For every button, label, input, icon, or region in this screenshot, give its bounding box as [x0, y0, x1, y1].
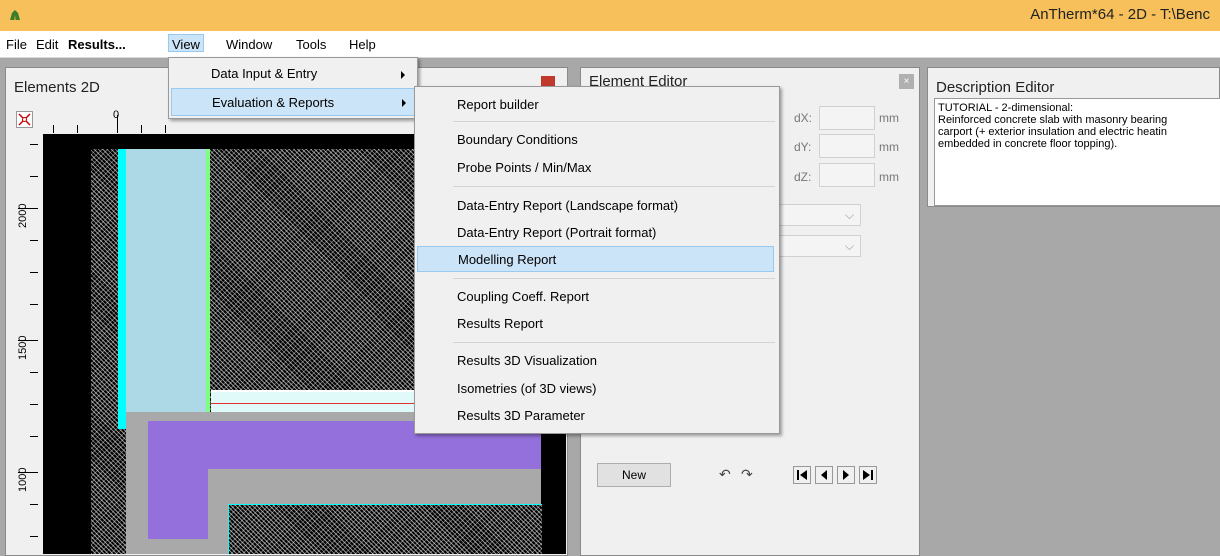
- menu-item-results-3d-visualization[interactable]: Results 3D Visualization: [415, 348, 779, 374]
- menu-tools[interactable]: Tools: [296, 37, 326, 52]
- view-menu-item-label: Data Input & Entry: [211, 66, 318, 81]
- menu-item-label: Data-Entry Report (Portrait format): [457, 225, 657, 240]
- app-icon: [10, 10, 20, 20]
- dy-unit: mm: [879, 140, 899, 154]
- menu-file-label: File: [6, 37, 27, 52]
- menu-item-coupling-coeff-report[interactable]: Coupling Coeff. Report: [415, 284, 779, 310]
- new-button[interactable]: New: [597, 463, 671, 487]
- menu-view-label: View: [172, 37, 200, 52]
- chevron-down-icon: ⌵: [844, 239, 854, 253]
- menu-item-label: Probe Points / Min/Max: [457, 160, 592, 175]
- menu-item-results-report[interactable]: Results Report: [415, 311, 779, 337]
- dx-unit: mm: [879, 111, 899, 125]
- menu-item-label: Results Report: [457, 316, 543, 331]
- undo-icon[interactable]: ↶: [719, 466, 731, 483]
- menu-item-data-entry-landscape[interactable]: Data-Entry Report (Landscape format): [415, 193, 779, 219]
- first-record-icon[interactable]: [793, 466, 811, 484]
- description-editor-panel: Description Editor TUTORIAL - 2-dimensio…: [927, 67, 1220, 207]
- dy-label: dY:: [794, 140, 812, 154]
- elements-panel-title: Elements 2D: [14, 79, 100, 96]
- menu-separator: [453, 186, 775, 187]
- submenu-arrow-icon: [402, 99, 406, 107]
- menu-item-label: Modelling Report: [458, 252, 557, 267]
- menu-item-isometries[interactable]: Isometries (of 3D views): [415, 376, 779, 402]
- menu-item-label: Results 3D Visualization: [457, 353, 597, 368]
- menu-edit[interactable]: Edit: [36, 37, 58, 52]
- description-text: TUTORIAL - 2-dimensional: Reinforced con…: [938, 102, 1168, 150]
- menu-window-label: Window: [226, 37, 273, 52]
- menu-help[interactable]: Help: [349, 37, 376, 52]
- ruler-left-label-1000: 1000: [17, 467, 29, 492]
- menu-item-label: Report builder: [457, 97, 539, 112]
- menu-item-results-3d-parameter[interactable]: Results 3D Parameter: [415, 403, 779, 429]
- view-menu-item-data-input[interactable]: Data Input & Entry: [169, 61, 417, 88]
- zoom-fit-icon[interactable]: [16, 111, 33, 128]
- dz-field[interactable]: [819, 163, 875, 187]
- menu-item-label: Coupling Coeff. Report: [457, 289, 590, 304]
- purple-slab-foot[interactable]: [148, 469, 208, 539]
- green-layer-strip[interactable]: [206, 149, 210, 426]
- ruler-top-label: 0: [113, 109, 120, 121]
- view-menu-item-evaluation[interactable]: Evaluation & Reports: [171, 88, 415, 116]
- submenu-arrow-icon: [401, 71, 405, 79]
- menu-separator: [453, 278, 775, 279]
- dx-field[interactable]: [819, 106, 875, 130]
- menu-file[interactable]: File: [6, 37, 27, 52]
- dz-unit: mm: [879, 170, 899, 184]
- description-textarea[interactable]: TUTORIAL - 2-dimensional: Reinforced con…: [934, 98, 1220, 206]
- lightblue-wall-element[interactable]: [126, 149, 206, 426]
- view-menu-item-label: Evaluation & Reports: [212, 95, 335, 110]
- menu-item-data-entry-portrait[interactable]: Data-Entry Report (Portrait format): [415, 220, 779, 246]
- last-record-icon[interactable]: [859, 466, 877, 484]
- menu-help-label: Help: [349, 37, 376, 52]
- dy-field[interactable]: [819, 134, 875, 158]
- window-title: AnTherm*64 - 2D - T:\Benc: [1030, 6, 1210, 23]
- menu-item-report-builder[interactable]: Report builder: [415, 91, 779, 117]
- view-menu-dropdown: Data Input & Entry Evaluation & Reports: [168, 57, 418, 119]
- next-record-icon[interactable]: [837, 466, 855, 484]
- menu-separator: [453, 342, 775, 343]
- menu-edit-label: Edit: [36, 37, 59, 52]
- menu-item-label: Results 3D Parameter: [457, 408, 585, 423]
- editor-select-2[interactable]: ⌵: [776, 235, 861, 257]
- menu-window[interactable]: Window: [226, 37, 272, 52]
- redo-icon[interactable]: ↷: [741, 466, 753, 483]
- chevron-down-icon: ⌵: [844, 208, 854, 222]
- reports-submenu-dropdown: Report builder Boundary Conditions Probe…: [414, 86, 780, 434]
- menu-item-probe-points[interactable]: Probe Points / Min/Max: [415, 155, 779, 181]
- menu-view[interactable]: View: [168, 34, 204, 52]
- previous-record-icon[interactable]: [815, 466, 833, 484]
- dz-label: dZ:: [794, 170, 812, 184]
- left-ruler: 2000 1500 1000: [16, 134, 38, 554]
- hatched-lower-region: [228, 504, 542, 554]
- element-editor-close-icon[interactable]: ×: [899, 74, 914, 89]
- menu-item-modelling-report[interactable]: Modelling Report: [417, 246, 774, 272]
- menu-results[interactable]: Results...: [68, 37, 126, 52]
- menu-results-label: Results...: [68, 37, 126, 52]
- cyan-insulation-strip[interactable]: [118, 149, 126, 429]
- menu-item-label: Isometries (of 3D views): [457, 381, 597, 396]
- menu-bar: File Edit Results... View Window Tools H…: [0, 31, 1220, 58]
- menu-separator: [453, 121, 775, 122]
- menu-item-label: Boundary Conditions: [457, 132, 578, 147]
- dx-label: dX:: [794, 111, 813, 125]
- title-bar: AnTherm*64 - 2D - T:\Benc: [0, 0, 1220, 31]
- description-editor-title: Description Editor: [936, 79, 1055, 96]
- menu-tools-label: Tools: [296, 37, 327, 52]
- menu-item-boundary-conditions[interactable]: Boundary Conditions: [415, 127, 779, 153]
- menu-item-label: Data-Entry Report (Landscape format): [457, 198, 679, 213]
- ruler-left-label-2000: 2000: [17, 203, 29, 228]
- ruler-left-label-1500: 1500: [17, 335, 29, 360]
- editor-select-1[interactable]: ⌵: [776, 204, 861, 226]
